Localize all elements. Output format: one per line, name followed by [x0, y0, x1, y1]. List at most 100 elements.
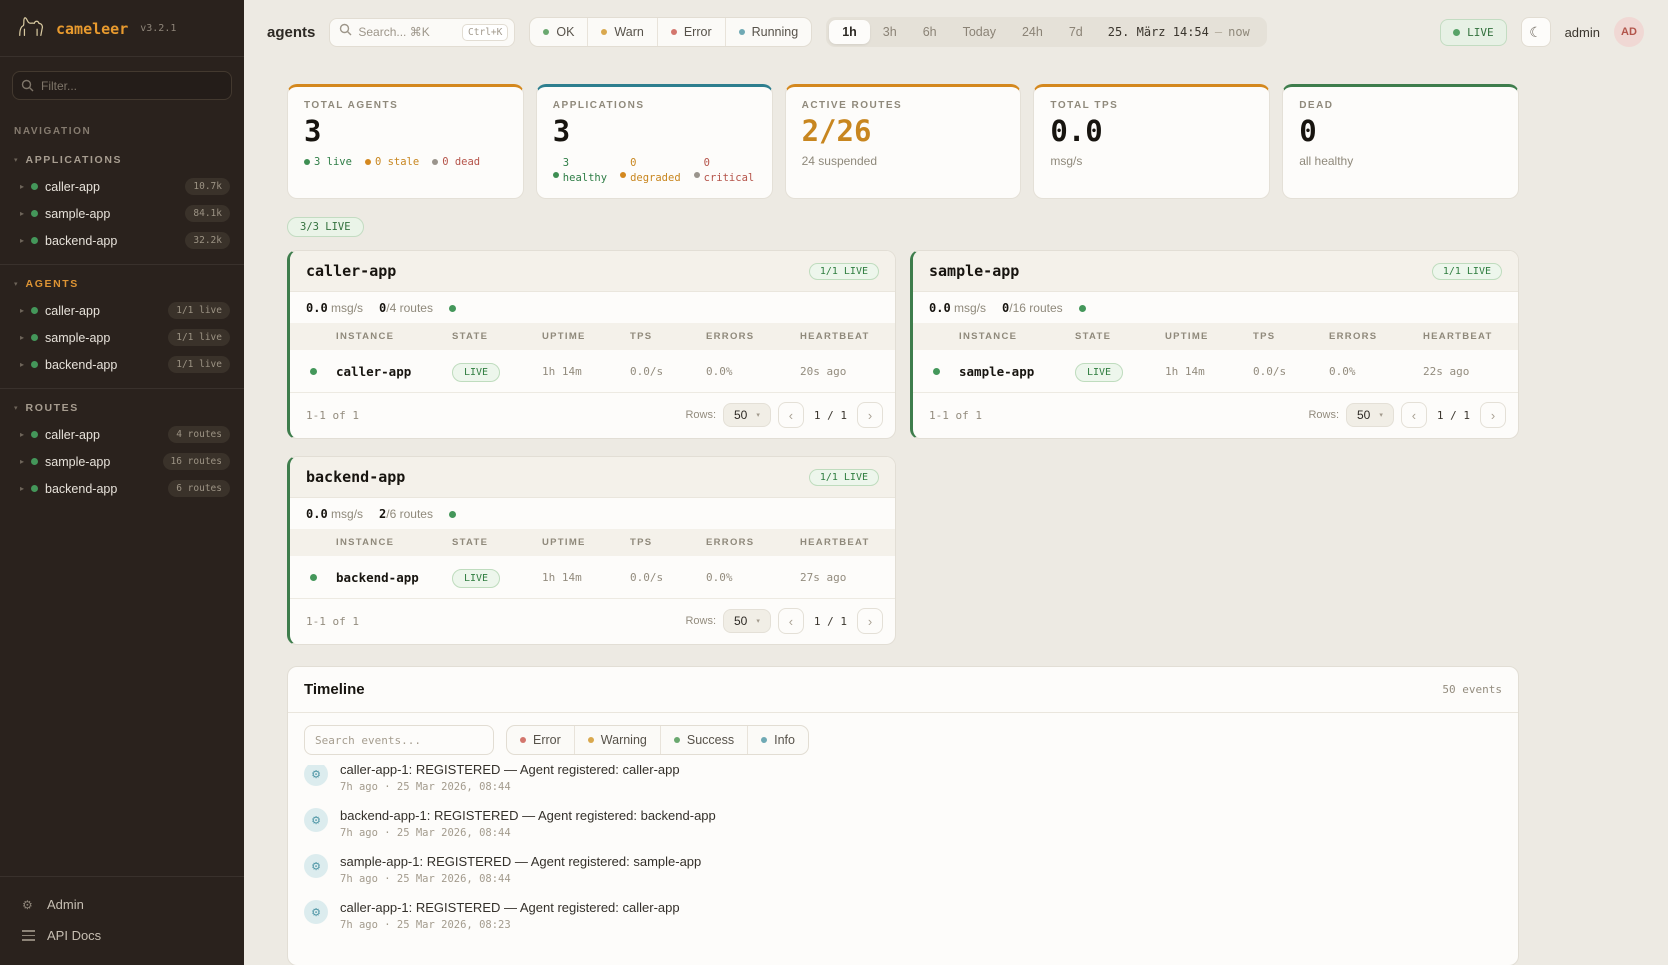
filter-input[interactable] [12, 71, 232, 100]
row-range: 1-1 of 1 [306, 615, 359, 628]
row-range: 1-1 of 1 [306, 409, 359, 422]
range-6h[interactable]: 6h [910, 20, 950, 44]
stat-value: 0 [1299, 116, 1502, 148]
sidebar-item-admin[interactable]: ⚙ Admin [0, 889, 244, 920]
event-title: sample-app-1: REGISTERED — Agent registe… [340, 854, 701, 869]
table-header: INSTANCESTATE UPTIMETPS ERRORSHEARTBEAT [913, 323, 1518, 350]
filter-ok[interactable]: OK [530, 18, 587, 46]
prev-page-button[interactable]: ‹ [1401, 402, 1427, 428]
range-7d[interactable]: 7d [1056, 20, 1096, 44]
item-badge: 10.7k [185, 178, 230, 195]
table-row[interactable]: sample-app LIVE 1h 14m 0.0/s 0.0% 22s ag… [913, 350, 1518, 393]
ok-dot [543, 29, 549, 35]
table-row[interactable]: caller-app LIVE 1h 14m 0.0/s 0.0% 20s ag… [290, 350, 895, 393]
chevron-right-icon: ▸ [20, 457, 24, 466]
rows-per-page-select[interactable]: 50▾ [723, 403, 771, 427]
heartbeat-value: 27s ago [800, 571, 895, 584]
sidebar-item-caller-app-agent[interactable]: ▸ caller-app 1/1 live [0, 297, 244, 324]
table-header: INSTANCESTATE UPTIMETPS ERRORSHEARTBEAT [290, 529, 895, 556]
instance-name: sample-app [959, 364, 1075, 379]
timeline-event[interactable]: ⚙ caller-app-1: REGISTERED — Agent regis… [304, 765, 1502, 801]
sidebar-section-applications: ▾ APPLICATIONS ▸ caller-app 10.7k ▸ samp… [0, 141, 244, 264]
app-card-backend-app: backend-app 1/1 LIVE 0.0 msg/s 2/6 route… [287, 456, 896, 645]
next-page-button[interactable]: › [857, 608, 883, 634]
sidebar-item-caller-app[interactable]: ▸ caller-app 10.7k [0, 173, 244, 200]
prev-page-button[interactable]: ‹ [778, 402, 804, 428]
sidebar-item-sample-app-agent[interactable]: ▸ sample-app 1/1 live [0, 324, 244, 351]
next-page-button[interactable]: › [1480, 402, 1506, 428]
live-summary-badge: 3/3 LIVE [287, 217, 364, 237]
sidebar-item-backend-app[interactable]: ▸ backend-app 32.2k [0, 227, 244, 254]
username: admin [1565, 25, 1600, 40]
status-filter-group: OK Warn Error Running [529, 17, 812, 47]
app-title[interactable]: sample-app [929, 262, 1019, 280]
stat-value: 0.0 [1050, 116, 1253, 148]
rows-label: Rows: [1308, 409, 1339, 421]
app-live-badge: 1/1 LIVE [809, 263, 879, 280]
timeline-search-input[interactable] [304, 725, 494, 755]
theme-toggle-button[interactable]: ☾ [1521, 17, 1551, 47]
filter-warning[interactable]: Warning [574, 726, 660, 754]
app-title[interactable]: backend-app [306, 468, 405, 486]
item-label: backend-app [45, 358, 117, 372]
range-today[interactable]: Today [950, 20, 1009, 44]
filter-running[interactable]: Running [725, 18, 812, 46]
item-label: sample-app [45, 207, 110, 221]
filter-label: Warn [614, 25, 643, 39]
live-status-badge[interactable]: LIVE [1440, 19, 1507, 46]
stat-sub-healthy: 3healthy [553, 156, 607, 186]
health-dot [449, 305, 456, 312]
filter-success[interactable]: Success [660, 726, 747, 754]
stat-label: TOTAL AGENTS [304, 100, 507, 111]
footer-label: Admin [47, 897, 84, 912]
date-separator: — [1215, 25, 1222, 39]
filter-info[interactable]: Info [747, 726, 808, 754]
sidebar-item-caller-app-routes[interactable]: ▸ caller-app 4 routes [0, 421, 244, 448]
item-label: caller-app [45, 180, 100, 194]
range-3h[interactable]: 3h [870, 20, 910, 44]
filter-error[interactable]: Error [657, 18, 725, 46]
timeline-card: Timeline 50 events Error Warning [287, 666, 1519, 965]
search-input[interactable] [358, 25, 448, 39]
sidebar-item-sample-app-routes[interactable]: ▸ sample-app 16 routes [0, 448, 244, 475]
next-page-button[interactable]: › [857, 402, 883, 428]
section-header-agents[interactable]: ▾ AGENTS [0, 271, 244, 297]
range-24h[interactable]: 24h [1009, 20, 1056, 44]
prev-page-button[interactable]: ‹ [778, 608, 804, 634]
avatar[interactable]: AD [1614, 17, 1644, 47]
gear-icon: ⚙ [22, 898, 36, 912]
timeline-event[interactable]: ⚙ backend-app-1: REGISTERED — Agent regi… [304, 801, 1502, 847]
instance-status-dot [933, 368, 940, 375]
section-header-routes[interactable]: ▾ ROUTES [0, 395, 244, 421]
sidebar-item-api-docs[interactable]: API Docs [0, 920, 244, 951]
status-dot [31, 183, 38, 190]
rows-per-page-select[interactable]: 50▾ [1346, 403, 1394, 427]
filter-warn[interactable]: Warn [587, 18, 656, 46]
filter-label: Info [774, 733, 795, 747]
sidebar-item-sample-app[interactable]: ▸ sample-app 84.1k [0, 200, 244, 227]
instance-name: caller-app [336, 364, 452, 379]
timeline-event[interactable]: ⚙ caller-app-1: REGISTERED — Agent regis… [304, 893, 1502, 939]
range-1h[interactable]: 1h [829, 20, 870, 44]
stat-card-total-agents: TOTAL AGENTS 3 3 live 0 stale 0 dead [287, 84, 524, 199]
table-row[interactable]: backend-app LIVE 1h 14m 0.0/s 0.0% 27s a… [290, 556, 895, 599]
filter-label: OK [556, 25, 574, 39]
item-label: sample-app [45, 455, 110, 469]
footer-label: API Docs [47, 928, 101, 943]
item-badge: 1/1 live [168, 356, 230, 373]
filter-error[interactable]: Error [507, 726, 574, 754]
filter-label: Error [533, 733, 561, 747]
event-time: 7h ago · 25 Mar 2026, 08:23 [340, 919, 680, 931]
sidebar-item-backend-app-routes[interactable]: ▸ backend-app 6 routes [0, 475, 244, 502]
chevron-right-icon: ▸ [20, 484, 24, 493]
instance-status-dot [310, 574, 317, 581]
chevron-down-icon: ▾ [14, 404, 18, 412]
section-header-applications[interactable]: ▾ APPLICATIONS [0, 147, 244, 173]
item-badge: 84.1k [185, 205, 230, 222]
app-title[interactable]: caller-app [306, 262, 396, 280]
timeline-event[interactable]: ⚙ sample-app-1: REGISTERED — Agent regis… [304, 847, 1502, 893]
sidebar-item-backend-app-agent[interactable]: ▸ backend-app 1/1 live [0, 351, 244, 378]
rows-per-page-select[interactable]: 50▾ [723, 609, 771, 633]
timeline-events-list[interactable]: ⚙ caller-app-1: REGISTERED — Agent regis… [288, 765, 1518, 945]
item-badge: 4 routes [168, 426, 230, 443]
